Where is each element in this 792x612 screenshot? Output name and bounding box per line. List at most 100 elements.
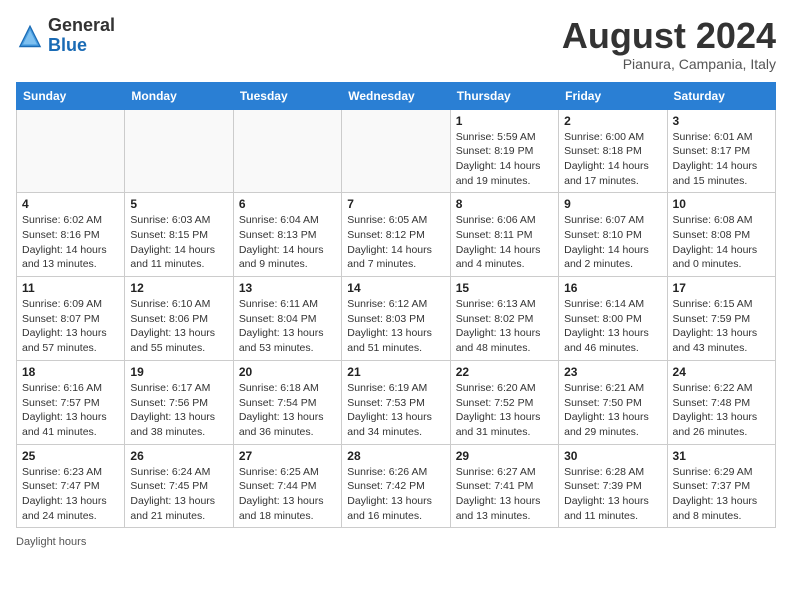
day-info: Sunrise: 6:28 AMSunset: 7:39 PMDaylight:…: [564, 465, 661, 524]
day-number: 12: [130, 281, 227, 295]
logo-icon: [16, 22, 44, 50]
day-number: 3: [673, 114, 770, 128]
day-info: Sunrise: 6:16 AMSunset: 7:57 PMDaylight:…: [22, 381, 119, 440]
day-info: Sunrise: 6:03 AMSunset: 8:15 PMDaylight:…: [130, 213, 227, 272]
day-info: Sunrise: 6:01 AMSunset: 8:17 PMDaylight:…: [673, 130, 770, 189]
day-number: 29: [456, 449, 553, 463]
day-info: Sunrise: 6:22 AMSunset: 7:48 PMDaylight:…: [673, 381, 770, 440]
calendar-day-cell: [17, 109, 125, 193]
calendar-day-cell: 6Sunrise: 6:04 AMSunset: 8:13 PMDaylight…: [233, 193, 341, 277]
day-number: 18: [22, 365, 119, 379]
weekday-header-friday: Friday: [559, 82, 667, 109]
day-info: Sunrise: 5:59 AMSunset: 8:19 PMDaylight:…: [456, 130, 553, 189]
day-number: 16: [564, 281, 661, 295]
day-info: Sunrise: 6:18 AMSunset: 7:54 PMDaylight:…: [239, 381, 336, 440]
calendar-day-cell: 1 Sunrise: 5:59 AMSunset: 8:19 PMDaylight…: [450, 109, 558, 193]
calendar-day-cell: 3 Sunrise: 6:01 AMSunset: 8:17 PMDaylight…: [667, 109, 775, 193]
calendar-day-cell: 26Sunrise: 6:24 AMSunset: 7:45 PMDayligh…: [125, 444, 233, 528]
day-number: 28: [347, 449, 444, 463]
day-info: Sunrise: 6:23 AMSunset: 7:47 PMDaylight:…: [22, 465, 119, 524]
day-info: Sunrise: 6:07 AMSunset: 8:10 PMDaylight:…: [564, 213, 661, 272]
day-info: Sunrise: 6:12 AMSunset: 8:03 PMDaylight:…: [347, 297, 444, 356]
day-number: 22: [456, 365, 553, 379]
weekday-header-sunday: Sunday: [17, 82, 125, 109]
calendar-day-cell: 15Sunrise: 6:13 AMSunset: 8:02 PMDayligh…: [450, 277, 558, 361]
day-number: 11: [22, 281, 119, 295]
calendar-day-cell: [125, 109, 233, 193]
location-subtitle: Pianura, Campania, Italy: [562, 56, 776, 72]
calendar-week-row: 1 Sunrise: 5:59 AMSunset: 8:19 PMDaylight…: [17, 109, 776, 193]
calendar-day-cell: 16 Sunrise: 6:14 AMSunset: 8:00 PMDayligh…: [559, 277, 667, 361]
day-number: 1: [456, 114, 553, 128]
day-number: 21: [347, 365, 444, 379]
day-number: 19: [130, 365, 227, 379]
day-info: Sunrise: 6:11 AMSunset: 8:04 PMDaylight:…: [239, 297, 336, 356]
calendar-day-cell: 29 Sunrise: 6:27 AMSunset: 7:41 PMDayligh…: [450, 444, 558, 528]
calendar-day-cell: 13Sunrise: 6:11 AMSunset: 8:04 PMDayligh…: [233, 277, 341, 361]
calendar-day-cell: 7Sunrise: 6:05 AMSunset: 8:12 PMDaylight…: [342, 193, 450, 277]
page-header: General Blue August 2024 Pianura, Campan…: [16, 16, 776, 72]
calendar-day-cell: 23 Sunrise: 6:21 AMSunset: 7:50 PMDayligh…: [559, 360, 667, 444]
daylight-label: Daylight hours: [16, 536, 86, 548]
day-info: Sunrise: 6:10 AMSunset: 8:06 PMDaylight:…: [130, 297, 227, 356]
footer-note: Daylight hours: [16, 536, 776, 548]
calendar-day-cell: 11 Sunrise: 6:09 AMSunset: 8:07 PMDayligh…: [17, 277, 125, 361]
calendar-day-cell: 31 Sunrise: 6:29 AMSunset: 7:37 PMDayligh…: [667, 444, 775, 528]
day-number: 30: [564, 449, 661, 463]
calendar-day-cell: 4Sunrise: 6:02 AMSunset: 8:16 PMDaylight…: [17, 193, 125, 277]
logo-text: General Blue: [48, 16, 115, 56]
weekday-header-row: SundayMondayTuesdayWednesdayThursdayFrid…: [17, 82, 776, 109]
day-info: Sunrise: 6:20 AMSunset: 7:52 PMDaylight:…: [456, 381, 553, 440]
day-number: 20: [239, 365, 336, 379]
calendar-day-cell: 10 Sunrise: 6:08 AMSunset: 8:08 PMDayligh…: [667, 193, 775, 277]
weekday-header-wednesday: Wednesday: [342, 82, 450, 109]
calendar-week-row: 25 Sunrise: 6:23 AMSunset: 7:47 PMDayligh…: [17, 444, 776, 528]
day-number: 5: [130, 197, 227, 211]
weekday-header-saturday: Saturday: [667, 82, 775, 109]
day-info: Sunrise: 6:27 AMSunset: 7:41 PMDaylight:…: [456, 465, 553, 524]
logo: General Blue: [16, 16, 115, 56]
day-number: 24: [673, 365, 770, 379]
calendar-day-cell: 2 Sunrise: 6:00 AMSunset: 8:18 PMDaylight…: [559, 109, 667, 193]
calendar-day-cell: [342, 109, 450, 193]
day-number: 9: [564, 197, 661, 211]
day-number: 6: [239, 197, 336, 211]
day-info: Sunrise: 6:15 AMSunset: 7:59 PMDaylight:…: [673, 297, 770, 356]
calendar-day-cell: 12 Sunrise: 6:10 AMSunset: 8:06 PMDayligh…: [125, 277, 233, 361]
weekday-header-monday: Monday: [125, 82, 233, 109]
day-number: 27: [239, 449, 336, 463]
day-info: Sunrise: 6:00 AMSunset: 8:18 PMDaylight:…: [564, 130, 661, 189]
calendar-week-row: 18 Sunrise: 6:16 AMSunset: 7:57 PMDayligh…: [17, 360, 776, 444]
day-info: Sunrise: 6:14 AMSunset: 8:00 PMDaylight:…: [564, 297, 661, 356]
day-info: Sunrise: 6:29 AMSunset: 7:37 PMDaylight:…: [673, 465, 770, 524]
calendar-day-cell: 28 Sunrise: 6:26 AMSunset: 7:42 PMDayligh…: [342, 444, 450, 528]
calendar-day-cell: 30 Sunrise: 6:28 AMSunset: 7:39 PMDayligh…: [559, 444, 667, 528]
day-info: Sunrise: 6:21 AMSunset: 7:50 PMDaylight:…: [564, 381, 661, 440]
calendar-day-cell: 27Sunrise: 6:25 AMSunset: 7:44 PMDayligh…: [233, 444, 341, 528]
day-number: 31: [673, 449, 770, 463]
day-info: Sunrise: 6:09 AMSunset: 8:07 PMDaylight:…: [22, 297, 119, 356]
logo-blue: Blue: [48, 35, 87, 55]
day-number: 14: [347, 281, 444, 295]
title-block: August 2024 Pianura, Campania, Italy: [562, 16, 776, 72]
calendar-day-cell: 14 Sunrise: 6:12 AMSunset: 8:03 PMDayligh…: [342, 277, 450, 361]
day-number: 15: [456, 281, 553, 295]
day-number: 25: [22, 449, 119, 463]
day-number: 23: [564, 365, 661, 379]
calendar-day-cell: 21Sunrise: 6:19 AMSunset: 7:53 PMDayligh…: [342, 360, 450, 444]
calendar-table: SundayMondayTuesdayWednesdayThursdayFrid…: [16, 82, 776, 529]
day-info: Sunrise: 6:05 AMSunset: 8:12 PMDaylight:…: [347, 213, 444, 272]
calendar-day-cell: [233, 109, 341, 193]
day-info: Sunrise: 6:02 AMSunset: 8:16 PMDaylight:…: [22, 213, 119, 272]
day-info: Sunrise: 6:06 AMSunset: 8:11 PMDaylight:…: [456, 213, 553, 272]
logo-general: General: [48, 15, 115, 35]
calendar-week-row: 4Sunrise: 6:02 AMSunset: 8:16 PMDaylight…: [17, 193, 776, 277]
weekday-header-tuesday: Tuesday: [233, 82, 341, 109]
day-number: 2: [564, 114, 661, 128]
day-number: 10: [673, 197, 770, 211]
calendar-day-cell: 17Sunrise: 6:15 AMSunset: 7:59 PMDayligh…: [667, 277, 775, 361]
calendar-day-cell: 19Sunrise: 6:17 AMSunset: 7:56 PMDayligh…: [125, 360, 233, 444]
day-info: Sunrise: 6:08 AMSunset: 8:08 PMDaylight:…: [673, 213, 770, 272]
day-number: 26: [130, 449, 227, 463]
day-info: Sunrise: 6:26 AMSunset: 7:42 PMDaylight:…: [347, 465, 444, 524]
